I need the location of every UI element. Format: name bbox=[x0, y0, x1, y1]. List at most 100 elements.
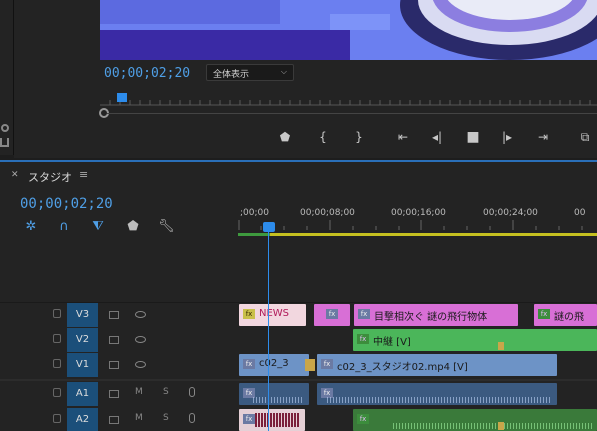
eye-icon[interactable] bbox=[135, 361, 146, 368]
eye-icon[interactable] bbox=[135, 311, 146, 318]
track-target-v3[interactable]: V3 bbox=[67, 303, 98, 327]
clip-label: NEWS bbox=[259, 308, 290, 319]
sync-lock-icon[interactable] bbox=[109, 311, 119, 319]
left-panel-edge bbox=[0, 0, 14, 155]
fx-badge: fx bbox=[358, 309, 370, 319]
sequence-tab[interactable]: スタジオ bbox=[28, 169, 72, 185]
program-monitor: 00;00;02;20 全体表示 ⌵ ⬟ {} ⇤ ◂| ■ |▸ ⇥ ⧉ bbox=[14, 0, 597, 158]
clip-marker bbox=[498, 342, 504, 350]
zoom-scrollbar[interactable] bbox=[107, 113, 597, 114]
wrench-icon[interactable]: 🔧︎ bbox=[158, 219, 175, 235]
timeline-timecode[interactable]: 00;00;02;20 bbox=[20, 196, 113, 212]
ruler-ticks bbox=[238, 220, 583, 230]
microphone-icon[interactable] bbox=[189, 387, 195, 397]
microphone-icon[interactable] bbox=[189, 413, 195, 423]
timeline-clip[interactable]: fx bbox=[239, 383, 309, 405]
track-target-a1[interactable]: A1 bbox=[67, 382, 98, 406]
timeline-panel: ✕ スタジオ ≡ 00;00;02;20 ✲ ∩ ⧨ ⬟ 🔧︎ ;00;00 0… bbox=[0, 160, 597, 431]
sync-lock-icon[interactable] bbox=[109, 390, 119, 398]
solo-button[interactable]: S bbox=[163, 413, 169, 423]
fx-badge: fx bbox=[326, 309, 338, 319]
timeline-clip[interactable]: fx NEWS bbox=[239, 304, 306, 326]
waveform bbox=[253, 397, 303, 403]
fx-badge: fx bbox=[243, 359, 255, 369]
track-header-v2: V2 bbox=[0, 328, 238, 352]
linked-selection-icon[interactable]: ⧨ bbox=[90, 219, 106, 235]
timeline-clip[interactable]: fx c02_3 bbox=[239, 354, 309, 376]
lock-icon[interactable] bbox=[53, 388, 61, 397]
lock-icon[interactable] bbox=[53, 359, 61, 368]
timeline-clip[interactable]: fx bbox=[353, 409, 597, 431]
track-target-v1[interactable]: V1 bbox=[67, 353, 98, 377]
step-forward-icon[interactable]: |▸ bbox=[498, 128, 516, 146]
clip-label: c02_3 bbox=[259, 358, 289, 369]
export-frame-icon[interactable]: ⧉ bbox=[576, 128, 594, 146]
mute-button[interactable]: M bbox=[135, 413, 143, 423]
timeline-clip[interactable]: fx bbox=[317, 383, 557, 405]
nest-sequence-icon[interactable]: ✲ bbox=[23, 219, 39, 235]
ruler-ticks bbox=[100, 100, 597, 106]
export-icon[interactable] bbox=[0, 138, 9, 147]
add-marker-icon[interactable]: ⬟ bbox=[125, 219, 141, 235]
monitor-timecode[interactable]: 00;00;02;20 bbox=[104, 66, 190, 81]
zoom-fit-value: 全体表示 bbox=[213, 70, 250, 80]
clip-marker bbox=[498, 422, 504, 430]
panel-menu-icon[interactable]: ≡ bbox=[79, 168, 88, 181]
timeline-clip[interactable]: fx bbox=[239, 409, 305, 431]
timeline-clip[interactable]: fx 目撃相次ぐ 謎の飛行物体 bbox=[354, 304, 518, 326]
track-header-v3: V3 bbox=[0, 303, 238, 327]
timeline-clip[interactable]: fx c02_3_スタジオ02.mp4 [V] bbox=[317, 354, 557, 376]
clip-label: 謎の飛 bbox=[554, 312, 584, 323]
chevron-down-icon: ⌵ bbox=[280, 67, 287, 76]
step-back-icon[interactable]: ◂| bbox=[428, 128, 446, 146]
go-to-in-icon[interactable]: ⇤ bbox=[394, 128, 412, 146]
track-header-v1: V1 bbox=[0, 353, 238, 377]
transition-marker[interactable] bbox=[305, 359, 315, 371]
lock-icon[interactable] bbox=[53, 309, 61, 318]
waveform bbox=[393, 423, 593, 429]
mute-button[interactable]: M bbox=[135, 387, 143, 397]
studio-preview-image bbox=[100, 0, 597, 60]
waveform bbox=[327, 397, 552, 403]
time-ruler[interactable]: ;00;00 00;00;08;00 00;00;16;00 00;00;24;… bbox=[238, 204, 597, 234]
add-marker-icon[interactable]: ⬟ bbox=[276, 128, 294, 146]
clip-label: 中継 [V] bbox=[373, 337, 411, 348]
track-header-a1: A1 M S bbox=[0, 382, 238, 406]
fx-badge: fx bbox=[357, 334, 369, 344]
monitor-playhead[interactable] bbox=[117, 93, 127, 102]
monitor-time-ruler[interactable] bbox=[100, 92, 597, 106]
timeline-tab-bar: ✕ スタジオ ≡ bbox=[0, 162, 597, 187]
video-preview bbox=[100, 0, 597, 60]
track-target-v2[interactable]: V2 bbox=[67, 328, 98, 352]
mark-in-icon[interactable]: { bbox=[314, 128, 332, 146]
mark-out-icon[interactable]: } bbox=[350, 128, 368, 146]
close-icon[interactable]: ✕ bbox=[11, 170, 19, 180]
work-area-start bbox=[238, 233, 270, 236]
sync-lock-icon[interactable] bbox=[109, 336, 119, 344]
playhead-line bbox=[268, 232, 269, 431]
snap-icon[interactable]: ∩ bbox=[56, 219, 72, 235]
fx-badge: fx bbox=[243, 414, 255, 424]
go-to-out-icon[interactable]: ⇥ bbox=[534, 128, 552, 146]
timeline-clip[interactable]: fx 中継 [V] bbox=[353, 329, 597, 351]
sync-lock-icon[interactable] bbox=[109, 361, 119, 369]
circle-icon[interactable] bbox=[1, 124, 9, 132]
fx-badge: fx bbox=[357, 414, 369, 424]
playhead[interactable] bbox=[263, 222, 275, 232]
timeline-clip[interactable]: fx bbox=[314, 304, 350, 326]
work-area-bar[interactable] bbox=[238, 233, 597, 236]
clip-label: c02_3_スタジオ02.mp4 [V] bbox=[337, 362, 468, 373]
zoom-fit-select[interactable]: 全体表示 ⌵ bbox=[206, 64, 294, 81]
clip-label: 目撃相次ぐ 謎の飛行物体 bbox=[374, 312, 488, 323]
fx-badge: fx bbox=[321, 359, 333, 369]
lock-icon[interactable] bbox=[53, 414, 61, 423]
eye-icon[interactable] bbox=[135, 336, 146, 343]
sync-lock-icon[interactable] bbox=[109, 416, 119, 424]
timeline-clip[interactable]: fx 謎の飛 bbox=[534, 304, 597, 326]
stop-icon[interactable]: ■ bbox=[464, 128, 482, 146]
lock-icon[interactable] bbox=[53, 334, 61, 343]
solo-button[interactable]: S bbox=[163, 387, 169, 397]
video-audio-divider bbox=[0, 379, 597, 381]
track-target-a2[interactable]: A2 bbox=[67, 408, 98, 431]
fx-badge: fx bbox=[538, 309, 550, 319]
